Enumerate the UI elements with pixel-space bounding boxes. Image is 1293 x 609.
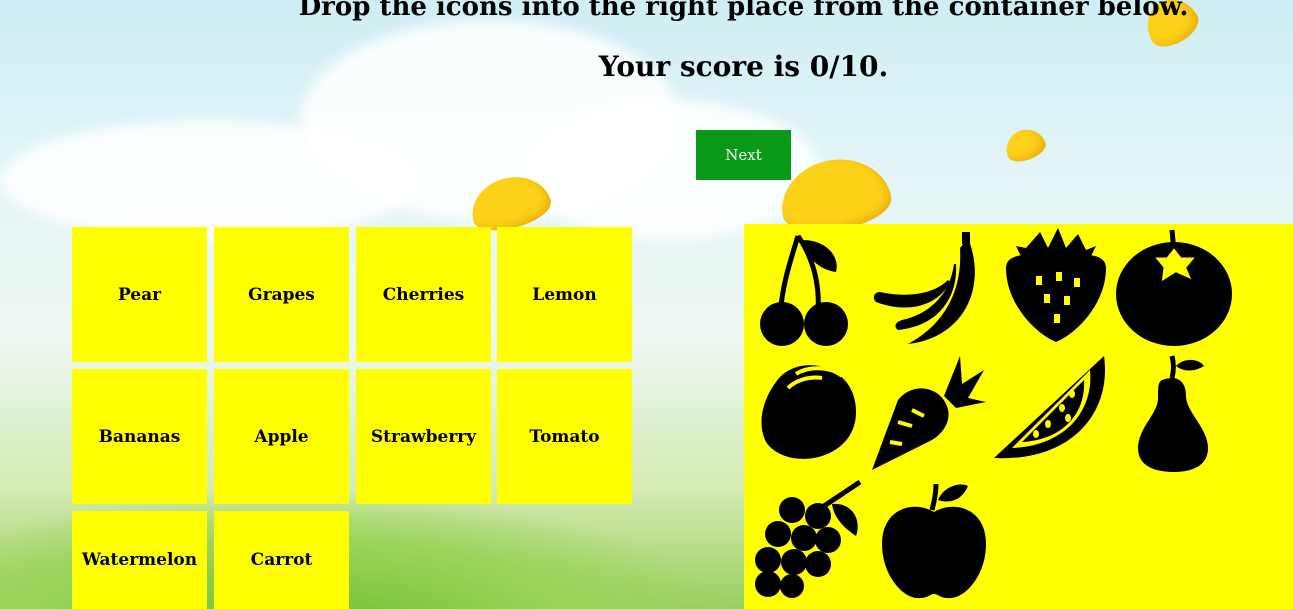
label-card-pear[interactable]: Pear [72,227,207,362]
label-card-strawberry[interactable]: Strawberry [356,369,491,504]
label-grid: Pear Grapes Cherries Lemon Bananas Apple… [72,227,642,609]
label-card-tomato[interactable]: Tomato [497,369,632,504]
pear-icon[interactable] [1114,352,1234,472]
label-card-apple[interactable]: Apple [214,369,349,504]
petal-decoration [1001,124,1049,166]
watermelon-icon[interactable] [992,352,1112,472]
tomato-icon[interactable] [1114,228,1234,348]
strawberry-icon[interactable] [996,224,1116,344]
apple-icon[interactable] [874,480,994,600]
carrot-icon[interactable] [868,352,988,472]
cherries-icon[interactable] [758,228,878,348]
label-card-grapes[interactable]: Grapes [214,227,349,362]
label-card-lemon[interactable]: Lemon [497,227,632,362]
next-button[interactable]: Next [696,130,791,180]
page-title: Drop the icons into the right place from… [298,0,1189,22]
score-text: Your score is 0/10. [598,50,889,83]
label-card-bananas[interactable]: Bananas [72,369,207,504]
label-card-watermelon[interactable]: Watermelon [72,511,207,609]
lemon-icon[interactable] [756,352,876,472]
label-card-cherries[interactable]: Cherries [356,227,491,362]
bananas-icon[interactable] [868,228,988,348]
grapes-icon[interactable] [748,480,868,600]
label-card-carrot[interactable]: Carrot [214,511,349,609]
icon-container[interactable] [744,224,1293,609]
